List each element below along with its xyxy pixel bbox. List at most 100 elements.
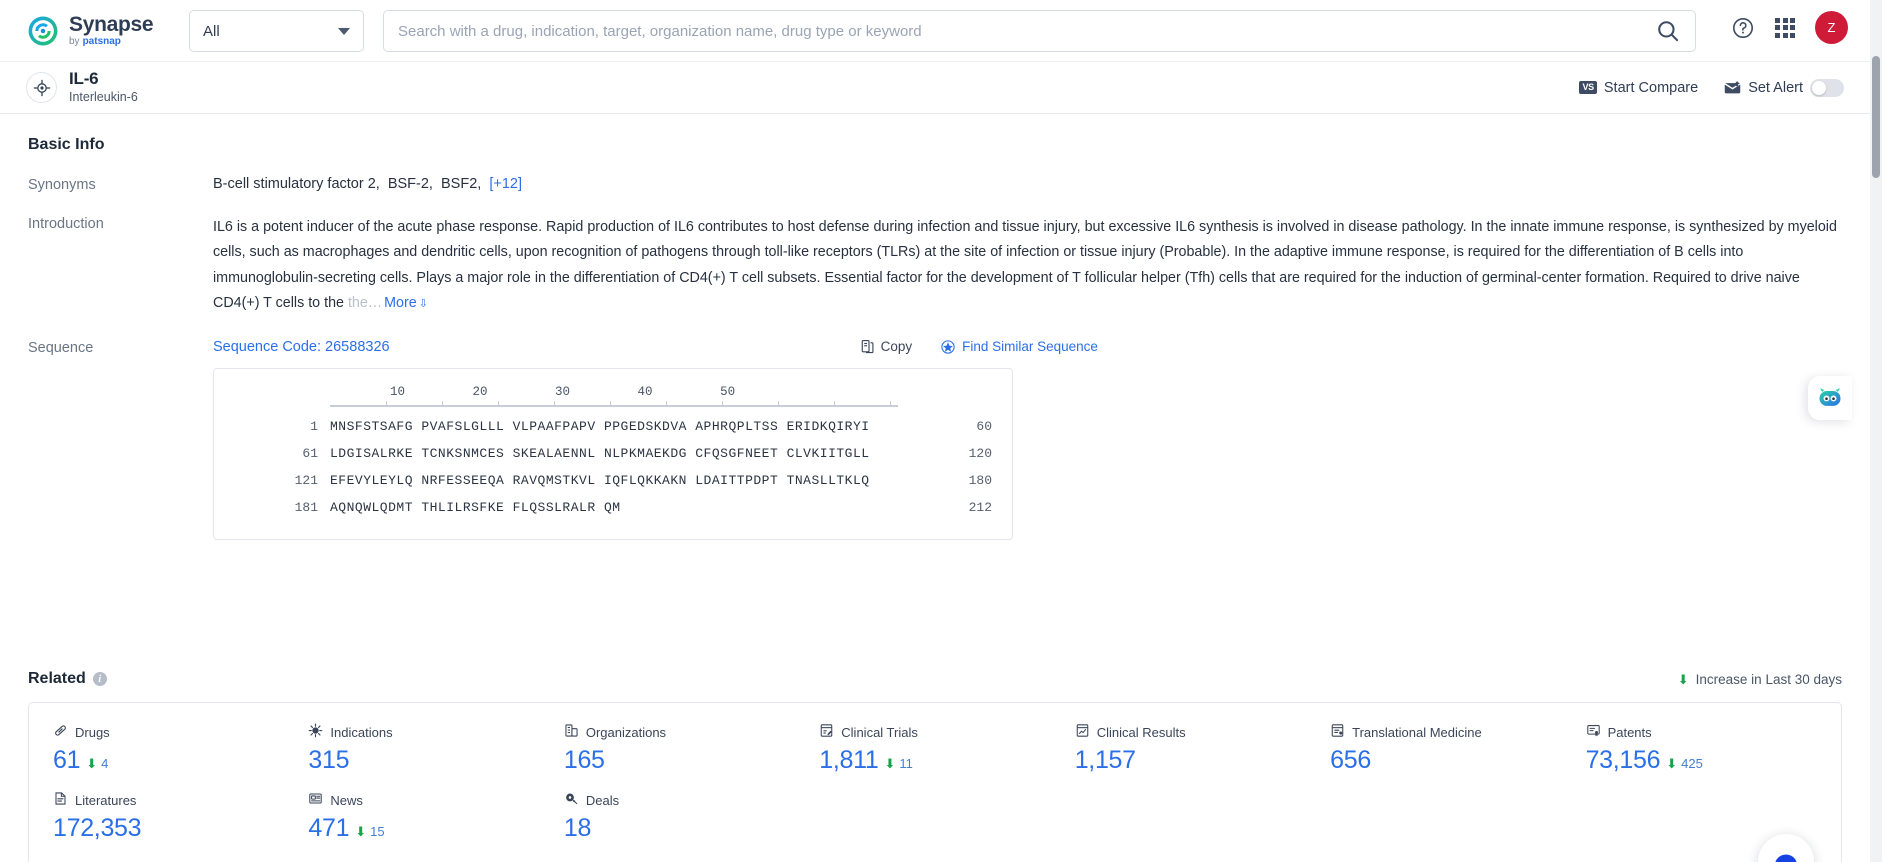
metric-drugs[interactable]: Drugs 61 ⬇ 4	[53, 723, 308, 775]
vertical-scrollbar-thumb[interactable]	[1872, 56, 1880, 178]
metric-organizations[interactable]: Organizations 165	[564, 723, 819, 775]
info-icon[interactable]: i	[92, 672, 107, 686]
find-similar-sequence-button[interactable]: Find Similar Sequence	[940, 339, 1098, 355]
start-compare-button[interactable]: VS Start Compare	[1579, 80, 1698, 96]
ai-assistant-button[interactable]	[1808, 376, 1852, 420]
sequence-start-index: 181	[294, 499, 318, 515]
sequence-tools: Copy Find Similar Sequence	[860, 339, 1098, 355]
basic-info-section: Basic Info Synonyms B-cell stimulatory f…	[28, 136, 1842, 540]
search-scope-select[interactable]: All	[189, 10, 364, 52]
metric-value: 18	[563, 814, 592, 842]
metric-deals[interactable]: Deals 18	[564, 791, 819, 843]
metric-label: Literatures	[75, 792, 137, 808]
metric-label: Clinical Trials	[841, 724, 918, 740]
find-similar-icon	[941, 340, 955, 354]
target-icon	[33, 79, 50, 96]
metric-value-row: 61 ⬇ 4	[53, 746, 308, 775]
metric-translational-medicine[interactable]: Translational Medicine 656	[1330, 723, 1585, 775]
metric-delta-value: 11	[899, 756, 913, 771]
synonyms-more-link[interactable]: [+12]	[489, 176, 522, 192]
metric-head: News	[308, 791, 563, 809]
arrow-up-icon: ⬇	[86, 756, 98, 771]
metric-value: 61	[53, 746, 81, 774]
apps-grid-icon	[1775, 17, 1795, 38]
metric-value-row: 471 ⬇ 15	[308, 814, 563, 843]
search-scope-value: All	[203, 22, 220, 40]
help-button[interactable]	[1731, 16, 1755, 40]
patent-icon	[1586, 723, 1601, 741]
search-icon[interactable]	[1655, 18, 1681, 44]
metric-clinical-results[interactable]: Clinical Results 1,157	[1075, 723, 1330, 775]
metric-indications[interactable]: Indications 315	[308, 723, 563, 775]
search-input[interactable]	[398, 22, 1655, 40]
building-icon	[564, 723, 579, 741]
metric-head: Indications	[308, 723, 563, 741]
introduction-body: IL6 is a potent inducer of the acute pha…	[213, 219, 1837, 312]
fab-glyph-icon	[1775, 854, 1797, 862]
metric-value-row: 18	[564, 814, 819, 843]
introduction-row: Introduction IL6 is a potent inducer of …	[28, 215, 1842, 317]
metric-literatures[interactable]: Literatures 172,353	[53, 791, 308, 843]
sequence-label: Sequence	[28, 339, 94, 356]
related-section: Related i ⬇ Increase in Last 30 days Dru…	[28, 670, 1842, 862]
literature-icon	[53, 791, 68, 809]
target-icon-wrapper	[26, 72, 57, 103]
metric-label: Drugs	[75, 724, 110, 740]
metric-value-row: 656	[1330, 746, 1585, 775]
set-alert-control[interactable]: Set Alert	[1724, 78, 1844, 97]
capsule-icon	[53, 723, 68, 741]
translational-icon	[1330, 723, 1345, 741]
sequence-code-link[interactable]: Sequence Code: 26588326	[213, 339, 390, 355]
metric-head: Clinical Results	[1075, 723, 1330, 741]
metric-head: Deals	[564, 791, 819, 809]
brand-subtitle: by patsnap	[69, 37, 153, 47]
synonyms-row: Synonyms B-cell stimulatory factor 2, BS…	[28, 176, 1842, 193]
increase-legend-label: Increase in Last 30 days	[1695, 671, 1842, 687]
brand-company: patsnap	[82, 36, 121, 47]
metric-delta-value: 15	[370, 824, 385, 839]
metric-label: News	[330, 792, 363, 808]
brand-logo-group[interactable]: Synapse by patsnap	[26, 14, 166, 48]
sequence-end-index: 60	[976, 418, 992, 434]
metric-head: Clinical Trials	[819, 723, 1074, 741]
metric-news[interactable]: News 471 ⬇ 15	[308, 791, 563, 843]
metric-patents[interactable]: Patents 73,156 ⬇ 425	[1586, 723, 1841, 775]
introduction-more-link[interactable]: More ⇩	[382, 291, 428, 317]
related-heading: Related	[28, 670, 86, 687]
metric-delta: ⬇ 11	[885, 756, 913, 771]
entity-names: IL-6 Interleukin-6	[69, 69, 138, 105]
global-search-box[interactable]	[383, 10, 1696, 52]
metric-value: 1,811	[819, 746, 879, 774]
synapse-logo-icon	[28, 16, 58, 45]
brand-by: by	[69, 36, 80, 47]
increase-legend: ⬇ Increase in Last 30 days	[1678, 672, 1842, 687]
metric-value: 73,156	[1585, 746, 1661, 774]
copy-sequence-button[interactable]: Copy	[860, 339, 912, 354]
sequence-residues: MNSFSTSAFG PVAFSLGLLL VLPAAFPAPV PPGEDSK…	[330, 418, 870, 434]
metric-clinical-trials[interactable]: Clinical Trials 1,811 ⬇ 11	[819, 723, 1074, 775]
arrow-up-icon: ⬇	[884, 756, 896, 771]
main-content: Basic Info Synonyms B-cell stimulatory f…	[0, 114, 1870, 862]
metric-delta: ⬇ 425	[1666, 756, 1703, 771]
sequence-lines: 1 MNSFSTSAFG PVAFSLGLLL VLPAAFPAPV PPGEDS…	[234, 413, 992, 521]
metric-value: 165	[563, 746, 605, 774]
avatar[interactable]: Z	[1815, 11, 1848, 44]
sequence-line: 1 MNSFSTSAFG PVAFSLGLLL VLPAAFPAPV PPGEDS…	[234, 413, 992, 440]
metric-value: 1,157	[1074, 746, 1136, 774]
related-heading-group: Related i	[28, 670, 107, 688]
vertical-scrollbar-track[interactable]	[1870, 0, 1882, 862]
sequence-residues: AQNQWLQDMT THLILRSFKE FLQSSLRALR QM	[330, 499, 621, 515]
set-alert-toggle[interactable]	[1810, 78, 1844, 97]
chevron-down-icon	[338, 27, 350, 35]
metric-value-row: 1,157	[1075, 746, 1330, 775]
alert-envelope-icon	[1724, 81, 1741, 94]
arrow-up-icon: ⬇	[1666, 756, 1678, 771]
result-icon	[1075, 723, 1090, 741]
introduction-value: IL6 is a potent inducer of the acute pha…	[213, 215, 1842, 317]
entity-identity: IL-6 Interleukin-6	[26, 69, 138, 105]
sequence-end-index: 212	[968, 499, 992, 515]
sequence-line: 121 EFEVYLEYLQ NRFESSEEQA RAVQMSTKVL IQFL…	[234, 467, 992, 494]
introduction-label: Introduction	[28, 216, 104, 232]
help-circle-icon	[1733, 17, 1753, 38]
apps-grid-button[interactable]	[1775, 17, 1795, 38]
